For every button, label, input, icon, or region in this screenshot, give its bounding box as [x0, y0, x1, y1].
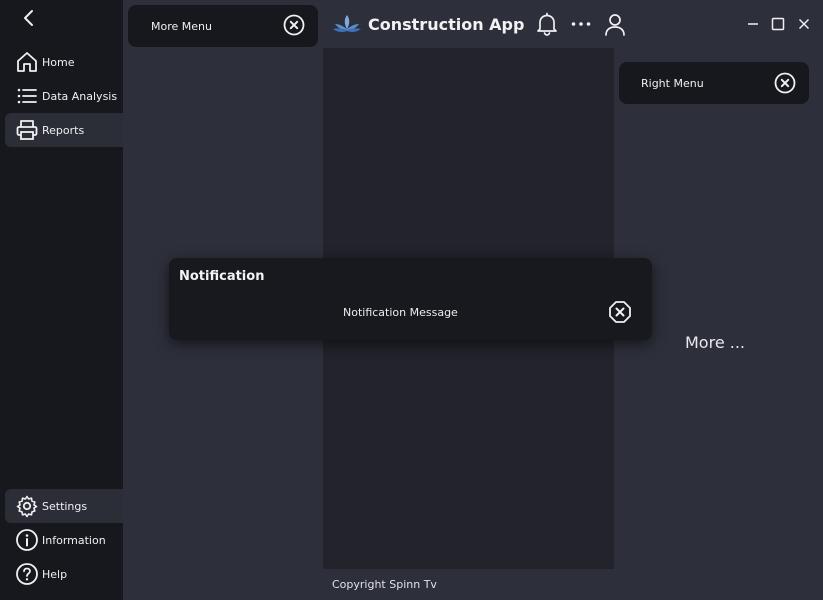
minimize-button[interactable]: [741, 12, 765, 36]
maximize-icon: [771, 17, 785, 31]
close-icon[interactable]: [774, 72, 796, 94]
list-icon: [14, 83, 40, 109]
notification-title: Notification: [179, 269, 265, 284]
notification-message: Notification Message: [343, 306, 458, 319]
app-title: Construction App: [368, 15, 525, 34]
maximize-button[interactable]: [766, 12, 790, 36]
printer-icon: [14, 117, 40, 143]
right-menu-panel: Right Menu: [619, 62, 809, 104]
sidebar-item-data-analysis[interactable]: Data Analysis: [5, 79, 123, 113]
more-menu-panel: More Menu: [128, 5, 318, 47]
sidebar-item-label: Data Analysis: [42, 89, 118, 103]
title-bar: Construction App: [323, 0, 823, 48]
chevron-left-icon: [24, 10, 33, 26]
close-icon[interactable]: [283, 14, 305, 36]
user-profile-button[interactable]: [603, 12, 627, 36]
help-icon: [14, 561, 40, 587]
close-octagon-icon[interactable]: [608, 300, 632, 324]
right-more-text: More ...: [685, 333, 746, 352]
sidebar-item-settings[interactable]: Settings: [5, 489, 123, 523]
back-button[interactable]: [18, 8, 40, 28]
home-icon: [14, 49, 40, 75]
sidebar-item-information[interactable]: Information: [5, 523, 123, 557]
copyright-text: Copyright Spinn Tv: [332, 578, 437, 591]
sidebar-item-home[interactable]: Home: [5, 45, 123, 79]
sidebar: Home Data Analysis Reports Settings Info…: [0, 0, 123, 600]
right-menu-label: Right Menu: [641, 77, 704, 90]
gear-icon: [14, 493, 40, 519]
notification-toast: Notification Notification Message: [169, 258, 652, 340]
sidebar-item-label: Home: [42, 55, 75, 69]
user-icon: [605, 14, 625, 36]
info-icon: [14, 527, 40, 553]
sidebar-item-label: Information: [42, 533, 106, 547]
close-window-button[interactable]: [792, 12, 816, 36]
lotus-logo-icon: [333, 15, 361, 33]
notifications-button[interactable]: [535, 12, 559, 36]
close-icon: [798, 18, 810, 30]
bell-icon: [537, 12, 557, 36]
sidebar-item-reports[interactable]: Reports: [5, 113, 123, 147]
more-menu-label: More Menu: [151, 20, 212, 33]
more-options-button[interactable]: [569, 12, 593, 36]
sidebar-item-help[interactable]: Help: [5, 557, 123, 591]
sidebar-item-label: Reports: [42, 123, 85, 137]
sidebar-item-label: Help: [42, 567, 68, 581]
sidebar-item-label: Settings: [42, 499, 88, 513]
more-horizontal-icon: [571, 22, 591, 26]
minimize-icon: [748, 23, 758, 25]
